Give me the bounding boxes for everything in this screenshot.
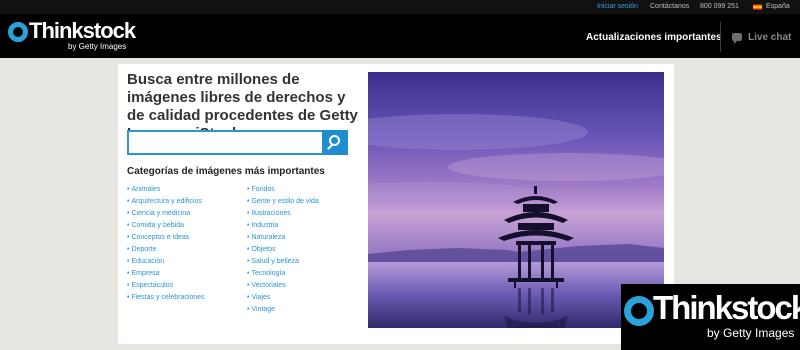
category-link[interactable]: • Fiestas y celebraciones xyxy=(127,292,205,304)
header-divider xyxy=(720,22,721,52)
bullet-icon: • xyxy=(247,306,250,313)
category-label: Educación xyxy=(131,258,165,265)
logo-ring-icon xyxy=(8,22,28,42)
category-link[interactable]: • Naturaleza xyxy=(247,232,319,244)
category-list-2: • Fondos • Gente y estilo de vida • Ilustraci… xyxy=(247,184,319,316)
category-label: Arquitectura y edificios xyxy=(131,198,202,205)
category-link[interactable]: • Industria xyxy=(247,220,319,232)
bullet-icon: • xyxy=(247,282,250,289)
bullet-icon: • xyxy=(247,246,250,253)
utility-bar: Iniciar sesión Contáctanos 800 099 251 E… xyxy=(0,0,800,14)
bullet-icon: • xyxy=(127,234,130,241)
category-label: Fiestas y celebraciones xyxy=(131,294,205,301)
watermark-wordmark: Thinkstock xyxy=(653,289,800,326)
category-link[interactable]: • Tecnología xyxy=(247,268,319,280)
bullet-icon: • xyxy=(127,282,130,289)
search-input[interactable] xyxy=(127,130,323,155)
watermark-logo: Thinkstock by Getty Images xyxy=(621,284,800,350)
live-chat-button[interactable]: Live chat xyxy=(748,32,791,43)
category-label: Deporte xyxy=(131,246,157,253)
bullet-icon: • xyxy=(127,210,130,217)
category-link[interactable]: • Animales xyxy=(127,184,205,196)
categories-title: Categorías de imágenes más importantes xyxy=(127,166,325,177)
watermark-subtitle: by Getty Images xyxy=(707,326,795,340)
category-link[interactable]: • Ilustraciones xyxy=(247,208,319,220)
category-link[interactable]: • Deporte xyxy=(127,244,205,256)
category-link[interactable]: • Salud y belleza xyxy=(247,256,319,268)
category-label: Objetos xyxy=(251,246,276,253)
category-link[interactable]: • Viajes xyxy=(247,292,319,304)
bullet-icon: • xyxy=(247,198,250,205)
bullet-icon: • xyxy=(247,210,250,217)
category-label: Gente y estilo de vida xyxy=(251,198,319,205)
bullet-icon: • xyxy=(127,258,130,265)
bullet-icon: • xyxy=(127,222,130,229)
thinkstock-logo[interactable]: Thinkstock by Getty Images xyxy=(8,18,136,52)
bullet-icon: • xyxy=(247,294,250,301)
category-link[interactable]: • Vintage xyxy=(247,304,319,316)
bullet-icon: • xyxy=(247,222,250,229)
bullet-icon: • xyxy=(127,198,130,205)
category-list-1: • Animales • Arquitectura y edificios • Cienc… xyxy=(127,184,205,304)
category-label: Naturaleza xyxy=(251,234,286,241)
category-label: Conceptos e ideas xyxy=(131,234,190,241)
category-label: Comida y bebida xyxy=(131,222,184,229)
bullet-icon: • xyxy=(127,294,130,301)
category-link[interactable]: • Empresa xyxy=(127,268,205,280)
chat-bubble-icon[interactable] xyxy=(732,33,742,44)
logo-wordmark: Thinkstock xyxy=(29,18,136,43)
category-link[interactable]: • Educación xyxy=(127,256,205,268)
bullet-icon: • xyxy=(247,186,250,193)
hero-image xyxy=(368,72,664,328)
logo-subtitle: by Getty Images xyxy=(68,42,127,51)
signin-link[interactable]: Iniciar sesión xyxy=(597,2,638,12)
category-link[interactable]: • Vectoriales xyxy=(247,280,319,292)
pagoda-lake-photo xyxy=(368,72,664,328)
site-header: Thinkstock by Getty Images Actualizacion… xyxy=(0,14,800,58)
category-label: Industria xyxy=(251,222,279,229)
category-link[interactable]: • Conceptos e ideas xyxy=(127,232,205,244)
category-label: Espectáculos xyxy=(131,282,174,289)
category-label: Salud y belleza xyxy=(251,258,299,265)
category-label: Fondos xyxy=(251,186,275,193)
bullet-icon: • xyxy=(247,270,250,277)
bullet-icon: • xyxy=(127,246,130,253)
bullet-icon: • xyxy=(247,234,250,241)
category-label: Empresa xyxy=(131,270,160,277)
country-selector[interactable]: España xyxy=(766,2,790,12)
category-label: Viajes xyxy=(251,294,271,301)
updates-link[interactable]: Actualizaciones importantes xyxy=(586,32,722,43)
bullet-icon: • xyxy=(127,186,130,193)
category-label: Ilustraciones xyxy=(251,210,291,217)
category-link[interactable]: • Comida y bebida xyxy=(127,220,205,232)
category-label: Animales xyxy=(131,186,161,193)
spain-flag-icon[interactable] xyxy=(753,4,762,10)
bullet-icon: • xyxy=(247,258,250,265)
contact-link[interactable]: Contáctanos xyxy=(650,2,689,12)
search-button[interactable] xyxy=(322,130,348,155)
category-link[interactable]: • Espectáculos xyxy=(127,280,205,292)
search-bar xyxy=(127,130,348,155)
category-link[interactable]: • Arquitectura y edificios xyxy=(127,196,205,208)
category-link[interactable]: • Objetos xyxy=(247,244,319,256)
category-label: Vintage xyxy=(251,306,276,313)
bullet-icon: • xyxy=(127,270,130,277)
category-label: Ciencia y medicina xyxy=(131,210,191,217)
category-link[interactable]: • Ciencia y medicina xyxy=(127,208,205,220)
category-link[interactable]: • Fondos xyxy=(247,184,319,196)
category-label: Vectoriales xyxy=(251,282,286,289)
category-label: Tecnología xyxy=(251,270,286,277)
category-link[interactable]: • Gente y estilo de vida xyxy=(247,196,319,208)
phone-number: 800 099 251 xyxy=(700,3,739,10)
watermark-ring-icon xyxy=(624,296,654,326)
